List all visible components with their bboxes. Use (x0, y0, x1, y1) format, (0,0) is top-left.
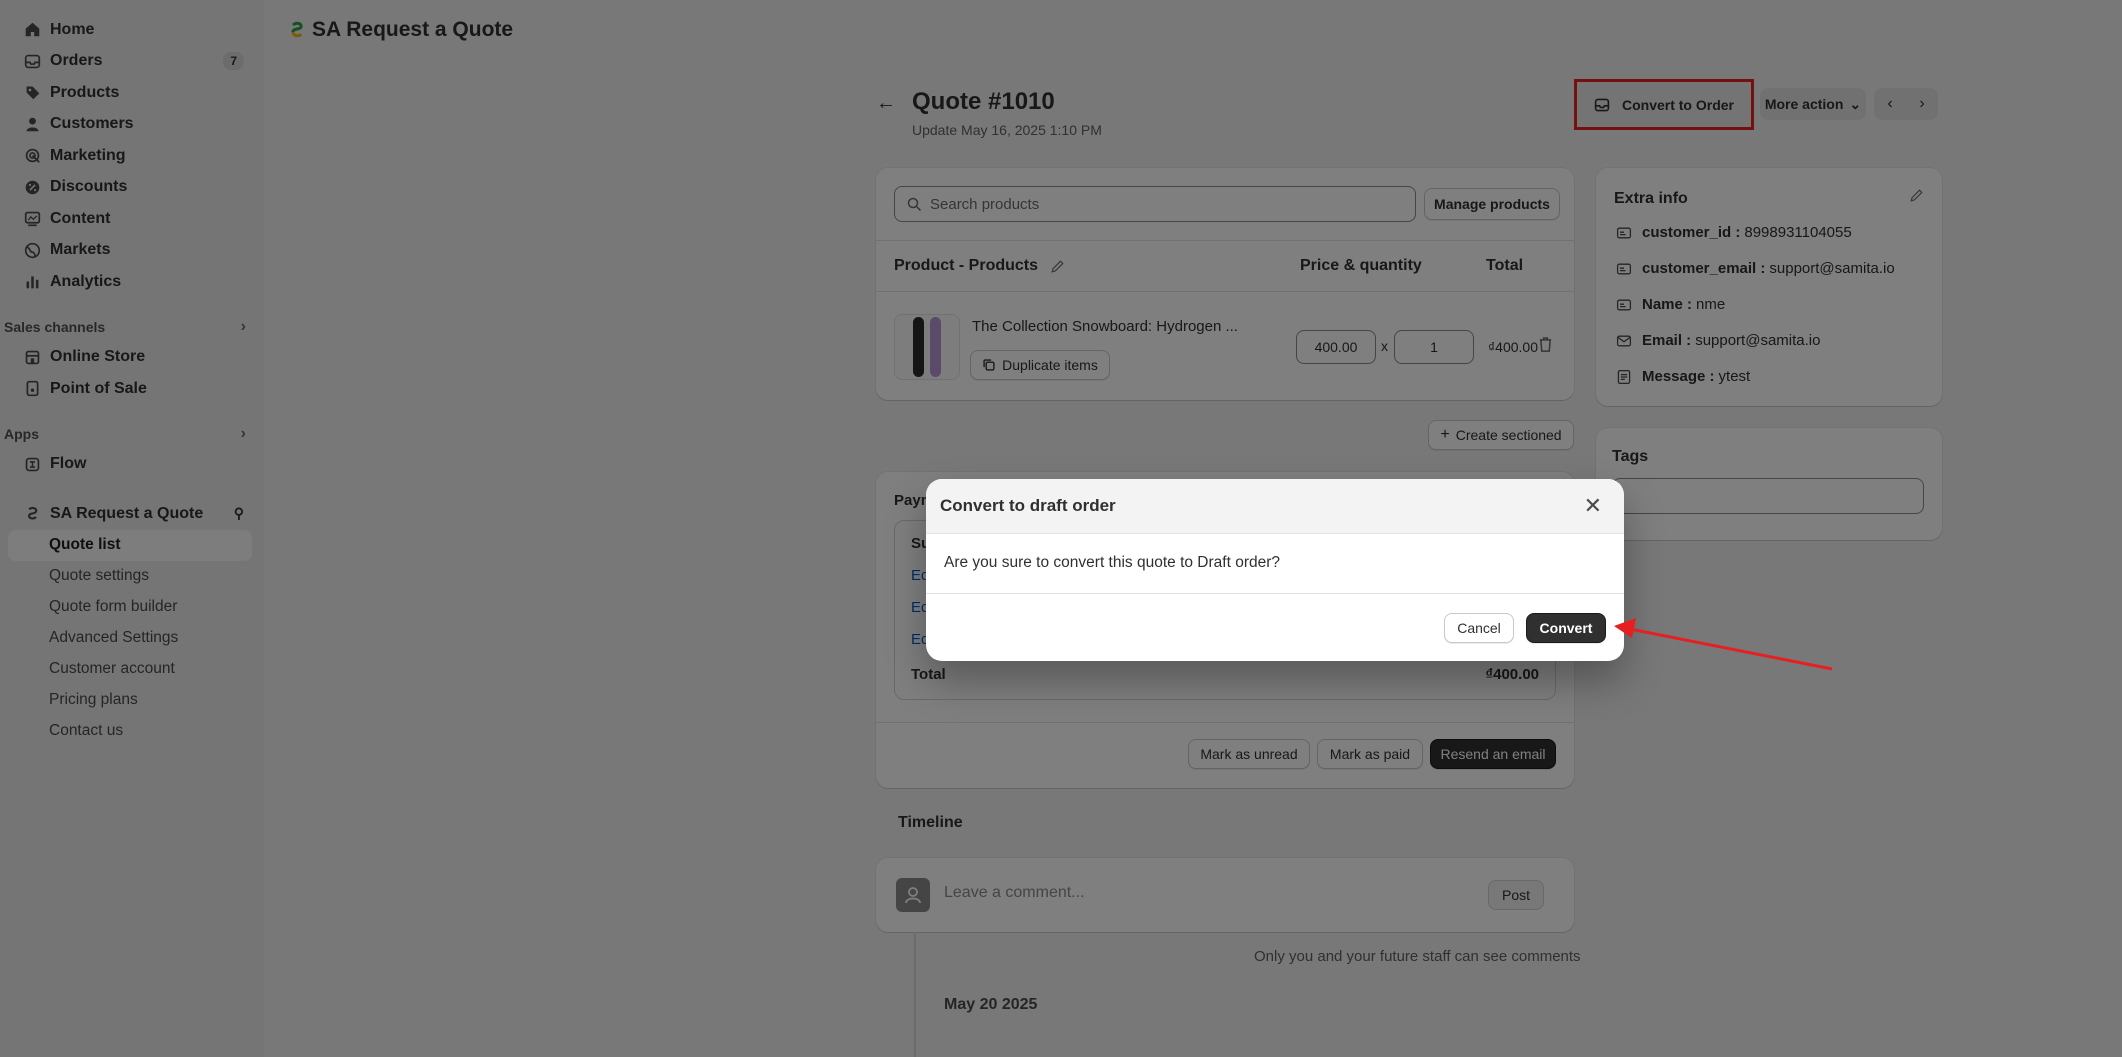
annotation-arrow (1614, 618, 1833, 671)
